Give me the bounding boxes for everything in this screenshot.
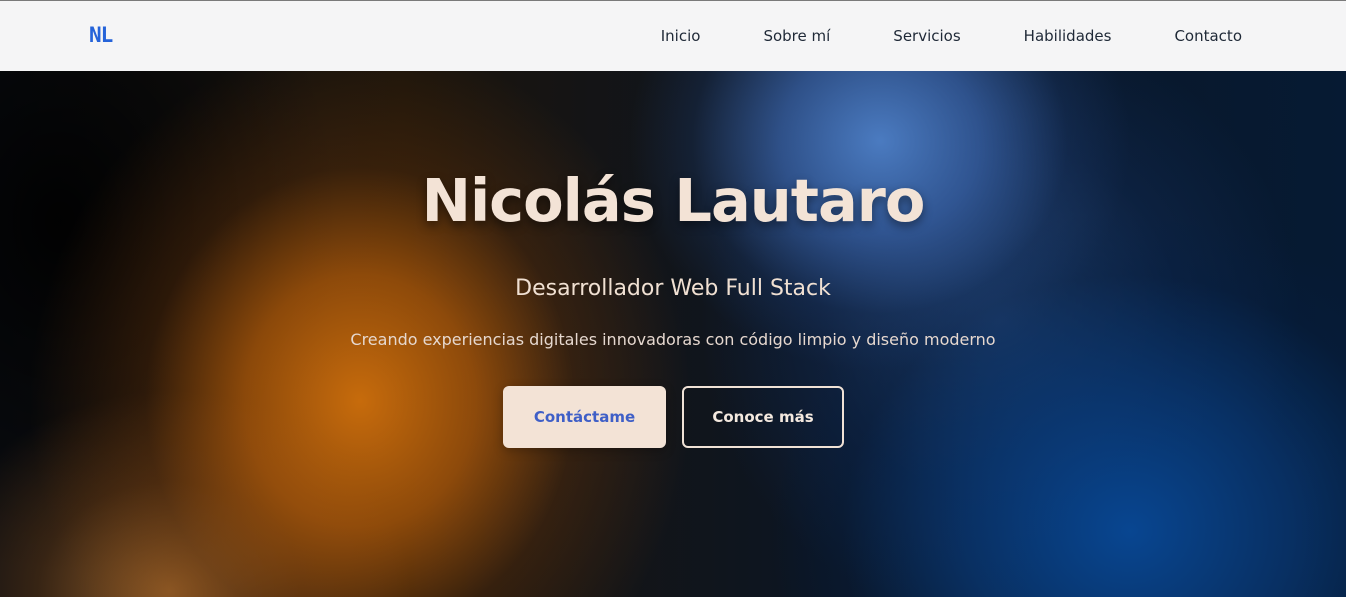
nav-links: Inicio Sobre mí Servicios Habilidades Co… (598, 27, 1242, 45)
page: NL Inicio Sobre mí Servicios Habilidades… (0, 0, 1346, 597)
learn-more-button[interactable]: Conoce más (682, 386, 844, 448)
hero-title: Nicolás Lautaro (421, 166, 926, 235)
contact-button[interactable]: Contáctame (503, 386, 666, 448)
nav-link-sobre-mi[interactable]: Sobre mí (763, 27, 830, 45)
nav-link-habilidades[interactable]: Habilidades (1024, 27, 1112, 45)
nav-link-servicios[interactable]: Servicios (893, 27, 960, 45)
hero-subtitle: Desarrollador Web Full Stack (515, 276, 831, 301)
nav-link-inicio[interactable]: Inicio (661, 27, 701, 45)
logo[interactable]: NL (89, 23, 113, 47)
nav-link-contacto[interactable]: Contacto (1174, 27, 1242, 45)
navbar: NL Inicio Sobre mí Servicios Habilidades… (0, 0, 1346, 71)
hero-tagline: Creando experiencias digitales innovador… (350, 330, 996, 349)
